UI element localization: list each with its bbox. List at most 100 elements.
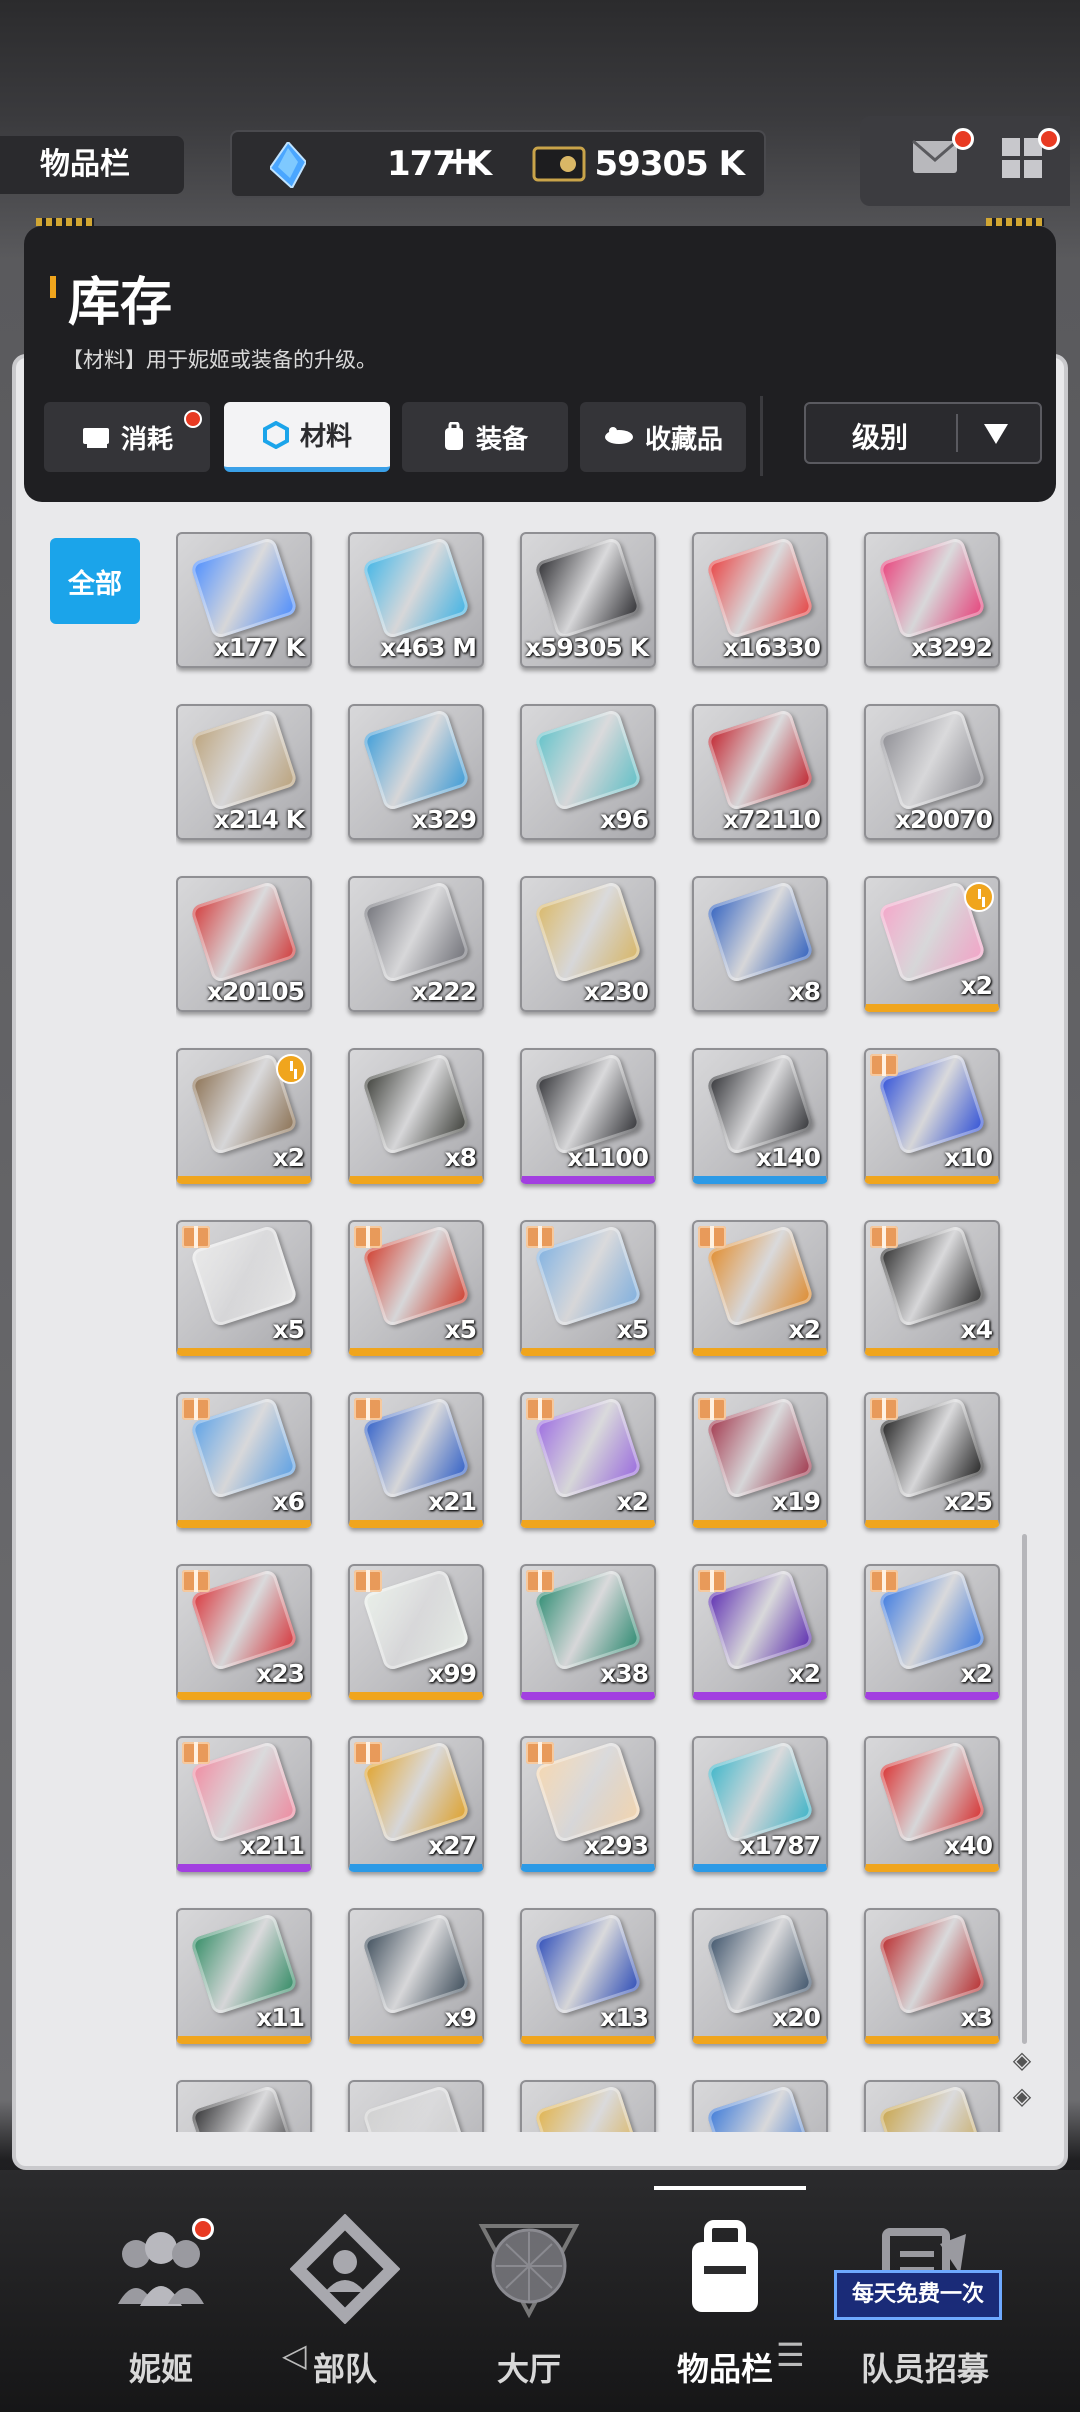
gem-icon: [270, 142, 306, 188]
inventory-item[interactable]: x5: [176, 1220, 312, 1356]
menu-grid-icon[interactable]: [1002, 138, 1044, 180]
item-image: [189, 2084, 299, 2132]
tab-materials[interactable]: 材料: [224, 402, 390, 472]
filter-all-button[interactable]: 全部: [50, 538, 140, 624]
inventory-item[interactable]: x3292: [864, 532, 1000, 668]
tab-equipment[interactable]: 装备: [402, 402, 568, 472]
inventory-item[interactable]: x5: [348, 1220, 484, 1356]
inventory-item[interactable]: x177 K: [176, 532, 312, 668]
inventory-item[interactable]: x2: [692, 1220, 828, 1356]
inventory-item[interactable]: [176, 2080, 312, 2132]
inventory-item[interactable]: x11: [176, 1908, 312, 2044]
inventory-item[interactable]: x9: [348, 1908, 484, 2044]
item-quantity: x20070: [894, 805, 993, 834]
inventory-item[interactable]: x1100: [520, 1048, 656, 1184]
inventory-item[interactable]: x3: [864, 1908, 1000, 2044]
inventory-item[interactable]: [864, 2080, 1000, 2132]
inventory-item[interactable]: x20: [692, 1908, 828, 2044]
inventory-item[interactable]: x211: [176, 1736, 312, 1872]
inventory-item[interactable]: x2: [520, 1392, 656, 1528]
item-quantity: x72110: [722, 805, 821, 834]
inventory-item[interactable]: x2: [692, 1564, 828, 1700]
nav-lobby[interactable]: 大厅: [424, 2196, 604, 2388]
inventory-item[interactable]: x96: [520, 704, 656, 840]
inventory-section-tag: 物品栏: [0, 136, 184, 194]
item-quantity: x5: [272, 1315, 305, 1344]
system-back-icon[interactable]: ◁: [282, 2336, 307, 2374]
inventory-label: 物品栏: [40, 147, 130, 182]
item-image: [361, 880, 471, 984]
add-gems-button[interactable]: +: [442, 138, 476, 184]
header-stripe-right: [986, 218, 1044, 226]
system-menu-icon[interactable]: ☰: [776, 2336, 805, 2374]
item-image: [189, 1912, 299, 2016]
inventory-item[interactable]: x20105: [176, 876, 312, 1012]
inventory-item[interactable]: x214 K: [176, 704, 312, 840]
item-quantity: x3: [960, 2003, 993, 2032]
inventory-item[interactable]: x329: [348, 704, 484, 840]
scroll-marker-icon: ◈: [1012, 2046, 1032, 2074]
inventory-item[interactable]: x59305 K: [520, 532, 656, 668]
inventory-item[interactable]: x230: [520, 876, 656, 1012]
gift-icon: [182, 1742, 210, 1764]
tab-consumables-badge: [184, 410, 202, 428]
item-quantity: x140: [755, 1143, 821, 1172]
inventory-item[interactable]: x2: [864, 1564, 1000, 1700]
inventory-item[interactable]: x19: [692, 1392, 828, 1528]
inventory-item[interactable]: x13: [520, 1908, 656, 2044]
item-quantity: x59305 K: [524, 633, 649, 662]
free-recruit-badge: 每天免费一次: [834, 2270, 1002, 2320]
inventory-item[interactable]: [692, 2080, 828, 2132]
inventory-item[interactable]: x10: [864, 1048, 1000, 1184]
credit-amount: 59305 K: [594, 144, 745, 184]
inventory-item[interactable]: [520, 2080, 656, 2132]
inventory-item[interactable]: x463 M: [348, 532, 484, 668]
mail-icon[interactable]: [912, 140, 958, 174]
nav-label: 部队: [312, 2350, 377, 2388]
inventory-item[interactable]: x140: [692, 1048, 828, 1184]
inventory-item[interactable]: x8: [692, 876, 828, 1012]
inventory-item[interactable]: x4: [864, 1220, 1000, 1356]
page-title: 库存: [68, 273, 173, 333]
inventory-item[interactable]: x72110: [692, 704, 828, 840]
inventory-item[interactable]: x16330: [692, 532, 828, 668]
inventory-item[interactable]: x8: [348, 1048, 484, 1184]
tab-collectibles[interactable]: 收藏品: [580, 402, 746, 472]
gift-icon: [526, 1742, 554, 1764]
sort-label: 级别: [852, 421, 909, 454]
inventory-item[interactable]: x2: [176, 1048, 312, 1184]
inventory-item[interactable]: x293: [520, 1736, 656, 1872]
gift-icon: [354, 1570, 382, 1592]
inventory-item[interactable]: x21: [348, 1392, 484, 1528]
nav-squad[interactable]: 部队: [240, 2196, 420, 2388]
inventory-item[interactable]: x20070: [864, 704, 1000, 840]
nav-active-indicator: [654, 2186, 806, 2190]
sort-dropdown[interactable]: 级别: [804, 402, 1042, 464]
item-quantity: x2: [616, 1487, 649, 1516]
gift-icon: [354, 1398, 382, 1420]
inventory-item[interactable]: x27: [348, 1736, 484, 1872]
tab-consumables[interactable]: 消耗: [44, 402, 210, 472]
scroll-marker-icon: ◈: [1012, 2082, 1032, 2110]
inventory-item[interactable]: x6: [176, 1392, 312, 1528]
inventory-item[interactable]: x25: [864, 1392, 1000, 1528]
item-quantity: x2: [788, 1315, 821, 1344]
inventory-item[interactable]: x2: [864, 876, 1000, 1012]
inventory-item[interactable]: x23: [176, 1564, 312, 1700]
nav-nikke[interactable]: 妮姬: [56, 2196, 236, 2388]
inventory-item[interactable]: [348, 2080, 484, 2132]
inventory-item[interactable]: x99: [348, 1564, 484, 1700]
category-description: 【材料】用于妮姬或装备的升级。: [62, 348, 377, 372]
treasure-icon: [604, 427, 633, 444]
inventory-item[interactable]: x222: [348, 876, 484, 1012]
nav-inventory[interactable]: 物品栏: [620, 2196, 800, 2388]
inventory-item[interactable]: x5: [520, 1220, 656, 1356]
inventory-item[interactable]: x38: [520, 1564, 656, 1700]
item-image: [189, 708, 299, 812]
inventory-item[interactable]: x1787: [692, 1736, 828, 1872]
inventory-item[interactable]: x40: [864, 1736, 1000, 1872]
scrollbar[interactable]: [1022, 1534, 1027, 2044]
gift-icon: [870, 1570, 898, 1592]
sort-divider: [956, 414, 958, 452]
item-quantity: x2: [788, 1659, 821, 1688]
